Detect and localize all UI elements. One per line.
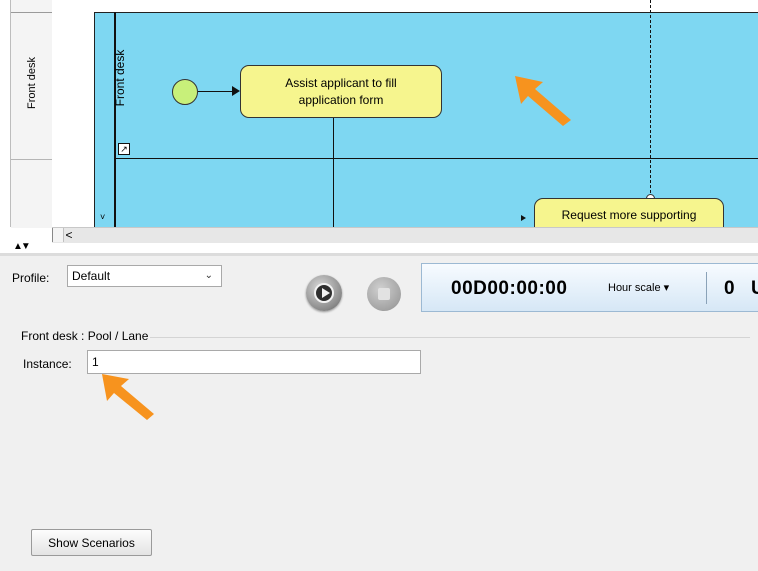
task-assist-applicant[interactable]: Assist applicant to fill application for… bbox=[240, 65, 442, 118]
ruler-empty-cell bbox=[11, 159, 53, 228]
clock-unit: U bbox=[751, 278, 758, 299]
task-label: Request more supporting bbox=[561, 208, 697, 222]
lane-label: Front desk bbox=[113, 49, 127, 107]
stop-button[interactable] bbox=[367, 277, 401, 311]
lane-ruler: Front desk bbox=[10, 0, 54, 228]
clock-count: 0 bbox=[724, 278, 735, 299]
horizontal-scrollbar[interactable]: < bbox=[52, 227, 758, 243]
simulation-panel: Profile: Default ⌄ 00D00:00:00 Hour scal… bbox=[0, 256, 758, 571]
play-icon bbox=[314, 283, 334, 303]
start-event-icon[interactable] bbox=[172, 79, 198, 105]
diagram-canvas[interactable]: Front desk ↗ ˅ Assist applicant to fill … bbox=[52, 0, 758, 227]
scroll-left-icon[interactable]: < bbox=[62, 228, 76, 242]
timeline-dashed-line bbox=[650, 0, 651, 198]
pool-header-divider bbox=[114, 12, 116, 227]
group-title: Front desk : Pool / Lane bbox=[21, 329, 149, 343]
flow-arrowhead-small bbox=[521, 215, 526, 221]
play-button[interactable] bbox=[306, 275, 342, 311]
stop-icon bbox=[378, 288, 390, 300]
profile-label: Profile: bbox=[12, 271, 50, 285]
clock-divider bbox=[706, 272, 707, 304]
lane-divider bbox=[114, 158, 758, 159]
ruler-lane-label: Front desk bbox=[26, 57, 38, 109]
profile-selected-value: Default bbox=[72, 269, 111, 283]
splitter-arrows-icon[interactable]: ▲▼ bbox=[13, 242, 31, 252]
callout-arrow-icon bbox=[515, 76, 571, 126]
task-request-documents[interactable]: Request more supporting bbox=[534, 198, 724, 227]
scale-dropdown[interactable]: Hour scale ▾ bbox=[608, 281, 669, 294]
collapse-icon[interactable]: ˅ bbox=[100, 212, 105, 222]
sequence-flow-arrowhead bbox=[232, 86, 240, 96]
pool[interactable] bbox=[94, 12, 758, 227]
callout-arrow-icon bbox=[102, 374, 154, 420]
instance-label: Instance: bbox=[23, 357, 72, 371]
sequence-flow-down[interactable] bbox=[333, 118, 334, 227]
chevron-down-icon: ⌄ bbox=[204, 270, 213, 281]
profile-select[interactable]: Default ⌄ bbox=[67, 265, 222, 287]
lane-resize-handle[interactable]: ↗ bbox=[118, 143, 130, 155]
simulation-clock: 00D00:00:00 Hour scale ▾ 0 U bbox=[421, 263, 758, 312]
clock-time: 00D00:00:00 bbox=[451, 278, 568, 299]
instance-input[interactable] bbox=[87, 350, 421, 374]
task-label: Assist applicant to fill application for… bbox=[285, 75, 397, 107]
show-scenarios-button[interactable]: Show Scenarios bbox=[31, 529, 152, 556]
ruler-lane-cell[interactable]: Front desk bbox=[11, 12, 53, 160]
group-divider bbox=[150, 337, 750, 338]
